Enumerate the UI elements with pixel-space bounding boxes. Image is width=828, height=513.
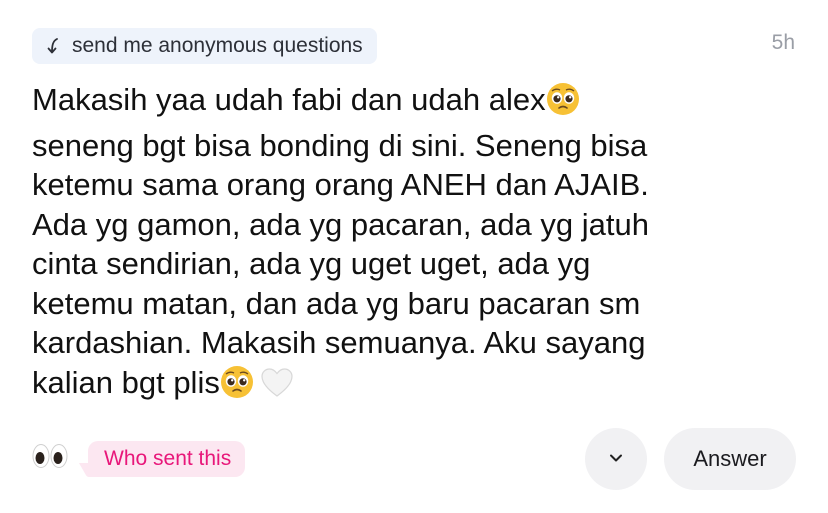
answer-label: Answer	[693, 446, 767, 471]
message-line: kardashian. Makasih semuanya. Aku sayang	[32, 325, 646, 360]
message-line: ketemu sama orang orang ANEH dan AJAIB.	[32, 167, 649, 202]
expand-button[interactable]	[585, 428, 647, 490]
pleading-face-emoji	[546, 82, 580, 126]
white-heart-emoji	[260, 367, 294, 409]
message-line: Makasih yaa udah fabi dan udah alex	[32, 80, 802, 126]
who-sent-this-button[interactable]: Who sent this	[88, 441, 246, 477]
message-line: Ada yg gamon, ada yg pacaran, ada yg jat…	[32, 206, 649, 242]
message-body: Makasih yaa udah fabi dan udah alex sene…	[32, 80, 802, 408]
curved-arrow-icon	[46, 37, 62, 55]
prompt-label: send me anonymous questions	[72, 34, 363, 57]
timestamp: 5h	[771, 31, 795, 54]
message-line: ketemu matan, dan ada yg baru pacaran sm	[32, 285, 641, 321]
chevron-down-icon	[608, 450, 624, 468]
pleading-face-emoji	[220, 365, 254, 409]
message-line: kalian bgt plis	[32, 363, 802, 409]
who-sent-this-label: Who sent this	[104, 447, 232, 470]
answer-button[interactable]: Answer	[664, 428, 796, 490]
message-line: seneng bgt bisa bonding di sini. Seneng …	[32, 127, 648, 163]
message-line: cinta sendirian, ada yg uget uget, ada y…	[32, 246, 591, 281]
prompt-pill[interactable]: send me anonymous questions	[32, 28, 377, 64]
eyes-icon	[32, 443, 68, 469]
